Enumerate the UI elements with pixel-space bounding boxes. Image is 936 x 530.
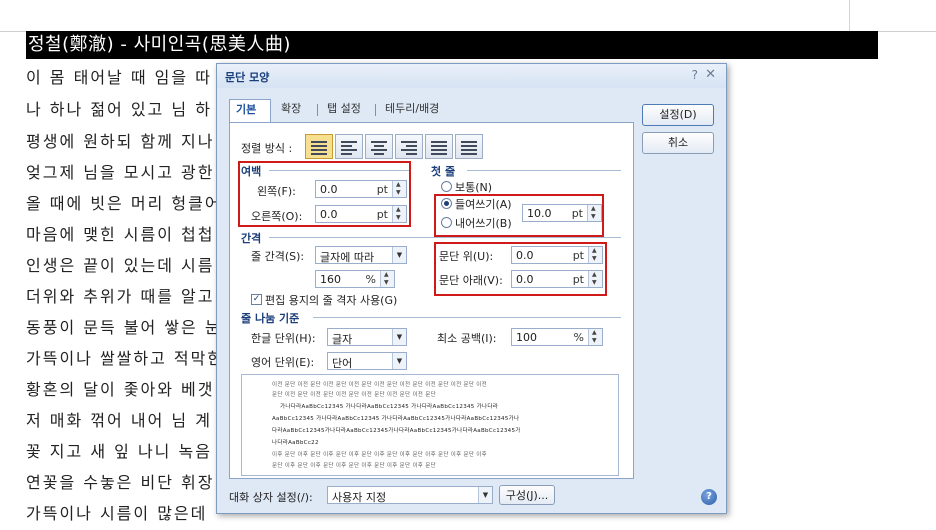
dialog-preset-select[interactable]: 사용자 지정 ▼ [327, 486, 493, 504]
align-label: 정렬 방식 : [241, 142, 293, 155]
section-divider [467, 170, 621, 171]
spacing-section-title: 간격 [241, 232, 262, 245]
first-line-normal-label: 보통(N) [455, 181, 493, 194]
help-icon[interactable]: ? [692, 68, 698, 82]
tab-border-background[interactable]: 테두리/배경 [379, 99, 445, 121]
para-spacing-highlight-box [434, 242, 607, 296]
dialog-preset-label: 대화 상자 설정(/): [229, 491, 313, 504]
document-line[interactable]: 꽃 지고 새 잎 나니 녹음 [26, 438, 212, 462]
first-line-highlight-box [434, 194, 604, 237]
align-distribute-button[interactable] [425, 134, 453, 159]
compose-button[interactable]: 구성(J)... [499, 485, 555, 505]
tab-separator [317, 104, 318, 116]
line-spacing-value-spinner[interactable]: 160 % ▲ ▼ [315, 270, 395, 288]
preview-line: 문단 이후 문단 이후 문단 이후 문단 이후 문단 이후 문단 이후 문단 [272, 463, 436, 469]
close-icon[interactable]: ✕ [705, 67, 716, 82]
align-justify-button[interactable] [305, 134, 333, 159]
align-left-button[interactable] [335, 134, 363, 159]
page-top-margin [26, 0, 850, 32]
spinner-arrows-icon[interactable]: ▲ ▼ [380, 271, 394, 287]
korean-unit-select[interactable]: 글자 ▼ [327, 328, 407, 346]
chevron-down-icon[interactable]: ▼ [392, 353, 406, 369]
preview-line: 문단 이전 문단 이전 문단 이전 문단 이전 문단 이전 문단 이전 문단 [272, 392, 436, 398]
chevron-down-icon[interactable]: ▼ [478, 487, 492, 503]
first-line-normal-radio[interactable] [441, 181, 452, 192]
preview-line: 이후 문단 이후 문단 이후 문단 이후 문단 이후 문단 이후 문단 이후 문… [272, 452, 488, 458]
chevron-down-icon[interactable]: ▼ [392, 329, 406, 345]
document-line[interactable]: 동풍이 문득 불어 쌓은 눈 [26, 314, 222, 338]
document-line[interactable]: 가뜩이나 쌀쌀하고 적막한 [26, 345, 224, 369]
align-center-button[interactable] [365, 134, 393, 159]
preview-line: 다라AaBbCc12345가나다라AaBbCc12345가나다라AaBbCc12… [272, 428, 521, 434]
tab-extended[interactable]: 확장 [275, 99, 307, 121]
tab-basic[interactable]: 기본 [229, 99, 271, 123]
preview-line: 가나다라AaBbCc12345 가나다라AaBbCc12345 가나다라AaBb… [280, 404, 499, 410]
paragraph-shape-dialog: 문단 모양 ? ✕ 기본 확장 탭 설정 테두리/배경 설정(D) 취소 정렬 … [216, 63, 727, 514]
tab-tab-settings[interactable]: 탭 설정 [321, 99, 367, 121]
document-line[interactable]: 저 매화 꺾어 내어 님 계 [26, 407, 212, 431]
preview-line: AaBbCc12345 가나다라AaBbCc12345 가나다라AaBbCc12… [272, 416, 520, 422]
section-divider [313, 317, 621, 318]
first-line-section-title: 첫 줄 [431, 165, 456, 178]
cancel-button[interactable]: 취소 [642, 132, 714, 154]
english-unit-label: 영어 단위(E): [251, 356, 315, 369]
dialog-title: 문단 모양 [225, 71, 270, 84]
preview-line: 나다라AaBbCc22 [272, 440, 319, 446]
document-line[interactable]: 연꽃을 수놓은 비단 휘장 [26, 469, 214, 493]
spinner-arrows-icon[interactable]: ▲ ▼ [588, 329, 602, 345]
help-button-icon[interactable]: ? [701, 489, 717, 505]
tab-separator [375, 104, 376, 116]
document-line[interactable]: 더위와 추위가 때를 알고 [26, 283, 214, 307]
document-line[interactable]: 올 때에 빗은 머리 헝클어 [26, 190, 222, 214]
line-spacing-mode-select[interactable]: 글자에 따라 ▼ [315, 246, 407, 264]
document-line[interactable]: 인생은 끝이 있는데 시름 [26, 252, 214, 276]
document-line[interactable]: 가뜩이나 시름이 많은데 [26, 500, 207, 524]
min-space-label: 최소 공백(I): [437, 332, 497, 345]
align-right-button[interactable] [395, 134, 423, 159]
document-line[interactable]: 평생에 원하되 함께 지나 [26, 128, 214, 152]
selected-title-line[interactable]: 정철(鄭澈) - 사미인곡(思美人曲) [26, 31, 878, 59]
section-divider [269, 237, 621, 238]
line-grid-label: 편집 용지의 줄 격자 사용(G) [265, 294, 398, 307]
preview-line: 이전 문단 이전 문단 이전 문단 이전 문단 이전 문단 이전 문단 이전 문… [272, 382, 488, 388]
min-space-spinner[interactable]: 100 % ▲ ▼ [511, 328, 603, 346]
document-line[interactable]: 엊그제 님을 모시고 광한 [26, 159, 214, 183]
english-unit-select[interactable]: 단어 ▼ [327, 352, 407, 370]
ok-button[interactable]: 설정(D) [642, 104, 714, 126]
korean-unit-label: 한글 단위(H): [251, 332, 316, 345]
paragraph-preview: 이전 문단 이전 문단 이전 문단 이전 문단 이전 문단 이전 문단 이전 문… [241, 374, 619, 476]
align-divide-button[interactable] [455, 134, 483, 159]
document-line[interactable]: 나 하나 젊어 있고 님 하 [26, 96, 212, 120]
dialog-title-bar[interactable]: 문단 모양 ? ✕ [217, 64, 726, 88]
chevron-down-icon[interactable]: ▼ [392, 247, 406, 263]
tab-bar: 기본 확장 탭 설정 테두리/배경 [229, 99, 633, 123]
line-break-section-title: 줄 나눔 기준 [241, 312, 300, 325]
document-line[interactable]: 이 몸 태어날 때 임을 따 [26, 64, 212, 88]
document-line[interactable]: 황혼의 달이 좇아와 베갯 [26, 376, 214, 400]
line-spacing-label: 줄 간격(S): [251, 250, 305, 263]
alignment-buttons [305, 134, 485, 160]
document-line[interactable]: 마음에 맺힌 시름이 첩첩 [26, 221, 214, 245]
margin-highlight-box [238, 161, 411, 227]
line-grid-checkbox[interactable]: ✓ [251, 294, 262, 305]
